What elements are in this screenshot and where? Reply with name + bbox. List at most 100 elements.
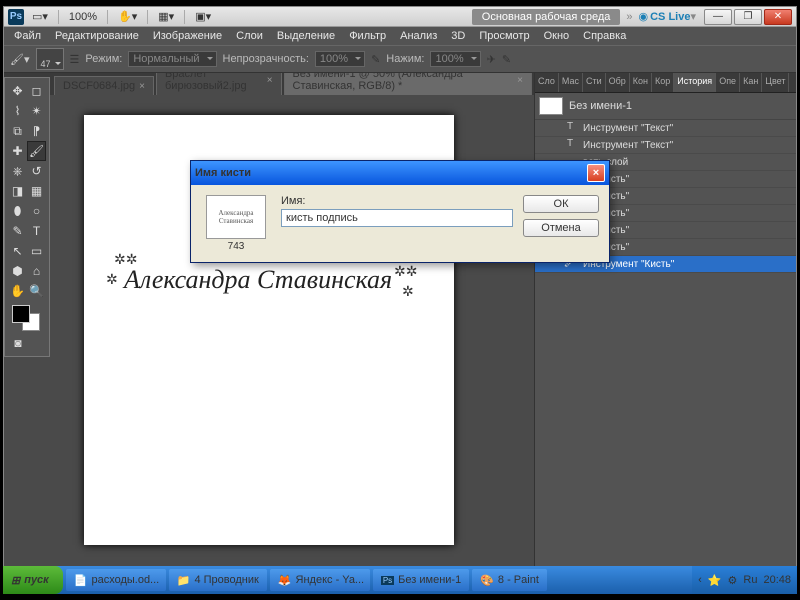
zoom-display[interactable]: 100% <box>69 11 97 23</box>
taskbar-item[interactable]: PsБез имени-1 <box>373 569 469 591</box>
eraser-tool[interactable]: ◨ <box>8 181 27 201</box>
language-indicator[interactable]: Ru <box>743 574 757 586</box>
pen-tool[interactable]: ✎ <box>8 221 27 241</box>
zoom-tool[interactable]: 🔍 <box>27 281 46 301</box>
color-swatches[interactable] <box>8 305 46 333</box>
panel-tab[interactable]: Кон <box>630 73 652 92</box>
close-tab-icon[interactable]: × <box>267 75 273 86</box>
doc-tab-active[interactable]: Без имени-1 @ 50% (Александра Ставинская… <box>284 73 532 95</box>
close-tab-icon[interactable]: × <box>139 81 145 92</box>
gradient-tool[interactable]: ▦ <box>27 181 46 201</box>
opacity-input[interactable]: 100% <box>315 51 365 67</box>
brush-tool[interactable]: 🖌 <box>27 141 46 161</box>
ornament-icon: ✲ <box>402 283 414 300</box>
close-button[interactable]: ✕ <box>764 9 792 25</box>
dodge-tool[interactable]: ○ <box>27 201 46 221</box>
menu-edit[interactable]: Редактирование <box>49 28 145 44</box>
quickmask-tool[interactable]: ◙ <box>8 333 28 353</box>
cslive-button[interactable]: CS Live <box>650 11 690 23</box>
menu-file[interactable]: Файл <box>8 28 47 44</box>
shape-tool[interactable]: ▭ <box>27 241 46 261</box>
menu-filter[interactable]: Фильтр <box>343 28 392 44</box>
dialog-titlebar[interactable]: Имя кисти × <box>191 161 609 185</box>
crop-tool[interactable]: ⧉ <box>8 121 27 141</box>
arrange-icon[interactable]: ▦▾ <box>158 10 174 23</box>
tray-icon[interactable]: ⭐ <box>708 574 722 587</box>
fg-color-swatch[interactable] <box>12 305 30 323</box>
tray-chevron-icon[interactable]: ‹ <box>698 574 702 586</box>
brush-preset-picker[interactable]: 47 <box>36 48 64 70</box>
eyedropper-tool[interactable]: ⁋ <box>27 121 46 141</box>
hand-tool[interactable]: ✋ <box>8 281 27 301</box>
airbrush-icon[interactable]: ✈ <box>487 53 496 66</box>
blend-mode-select[interactable]: Нормальный <box>128 51 216 67</box>
panel-tab[interactable]: Сти <box>583 73 606 92</box>
panel-tab[interactable]: Кан <box>740 73 762 92</box>
opacity-label: Непрозрачность: <box>223 53 309 65</box>
stamp-tool[interactable]: ⎈ <box>8 161 27 181</box>
camera-tool[interactable]: ⌂ <box>27 261 46 281</box>
close-tab-icon[interactable]: × <box>517 75 523 86</box>
heal-tool[interactable]: ✚ <box>8 141 27 161</box>
path-tool[interactable]: ↖ <box>8 241 27 261</box>
signature-text: Александра Ставинская <box>124 265 392 295</box>
marquee-tool[interactable]: ◻ <box>27 81 46 101</box>
menu-select[interactable]: Выделение <box>271 28 341 44</box>
panel-tab-history[interactable]: История <box>674 73 716 92</box>
panel-tab[interactable]: Опе <box>716 73 740 92</box>
screen-mode-icon[interactable]: ▣▾ <box>195 10 211 23</box>
menu-view[interactable]: Просмотр <box>473 28 535 44</box>
flow-input[interactable]: 100% <box>430 51 480 67</box>
lasso-tool[interactable]: ⌇ <box>8 101 27 121</box>
menu-image[interactable]: Изображение <box>147 28 228 44</box>
panel-tab[interactable]: Сло <box>535 73 559 92</box>
type-icon: T <box>563 121 577 135</box>
panel-tab[interactable]: Цвет <box>762 73 789 92</box>
dialog-close-button[interactable]: × <box>587 164 605 182</box>
ok-button[interactable]: ОК <box>523 195 599 213</box>
menu-3d[interactable]: 3D <box>445 28 471 44</box>
tablet-pressure-icon[interactable]: ✎ <box>502 53 511 66</box>
history-step[interactable]: TИнструмент "Текст" <box>535 120 796 137</box>
history-step[interactable]: TИнструмент "Текст" <box>535 137 796 154</box>
menu-help[interactable]: Справка <box>577 28 632 44</box>
wand-tool[interactable]: ✴ <box>27 101 46 121</box>
panel-tab[interactable]: Мас <box>559 73 583 92</box>
taskbar-item[interactable]: 📁4 Проводник <box>169 569 267 591</box>
clock[interactable]: 20:48 <box>763 574 791 586</box>
history-snapshot[interactable]: Без имени-1 <box>535 93 796 120</box>
start-button[interactable]: ⊞пуск <box>3 566 63 594</box>
move-tool[interactable]: ✥ <box>8 81 27 101</box>
doc-tab[interactable]: DSCF0684.jpg× <box>54 76 154 95</box>
maximize-button[interactable]: ❐ <box>734 9 762 25</box>
blur-tool[interactable]: ⬮ <box>8 201 27 221</box>
3d-tool[interactable]: ⬢ <box>8 261 27 281</box>
windows-taskbar: ⊞пуск 📄расходы.od... 📁4 Проводник 🦊Яндек… <box>3 566 797 594</box>
menu-window[interactable]: Окно <box>538 28 576 44</box>
workspace-chevron-icon[interactable]: » <box>626 11 632 23</box>
history-brush-tool[interactable]: ↺ <box>27 161 46 181</box>
taskbar-item[interactable]: 📄расходы.od... <box>66 569 166 591</box>
brush-name-dialog: Имя кисти × Александра Ставинская 743 Им… <box>190 160 610 263</box>
system-tray[interactable]: ‹ ⭐ ⚙ Ru 20:48 <box>692 566 797 594</box>
menu-layers[interactable]: Слои <box>230 28 269 44</box>
toolbar-mode-icon[interactable]: ▭▾ <box>32 10 48 23</box>
brush-name-input[interactable] <box>281 209 513 227</box>
taskbar-item[interactable]: 🎨8 - Paint <box>472 569 547 591</box>
workspace-selector[interactable]: Основная рабочая среда <box>472 9 621 25</box>
panel-tab[interactable]: Кор <box>652 73 674 92</box>
cancel-button[interactable]: Отмена <box>523 219 599 237</box>
doc-tab[interactable]: Браслет бирюзовый2.jpg× <box>156 73 282 95</box>
panel-tab[interactable]: Обр <box>606 73 630 92</box>
minimize-button[interactable]: — <box>704 9 732 25</box>
opacity-pressure-icon[interactable]: ✎ <box>371 53 380 66</box>
menu-analysis[interactable]: Анализ <box>394 28 443 44</box>
hand-icon[interactable]: ✋▾ <box>118 10 137 23</box>
brush-panel-icon[interactable]: ☰ <box>70 53 80 66</box>
taskbar-item[interactable]: 🦊Яндекс - Ya... <box>270 569 370 591</box>
tray-icon[interactable]: ⚙ <box>728 574 738 587</box>
menu-bar: Файл Редактирование Изображение Слои Выд… <box>4 27 796 45</box>
type-tool[interactable]: T <box>27 221 46 241</box>
tool-preset-icon[interactable]: 🖌▾ <box>10 53 30 66</box>
photoshop-window: Ps ▭▾ 100% ✋▾ ▦▾ ▣▾ Основная рабочая сре… <box>3 6 797 594</box>
